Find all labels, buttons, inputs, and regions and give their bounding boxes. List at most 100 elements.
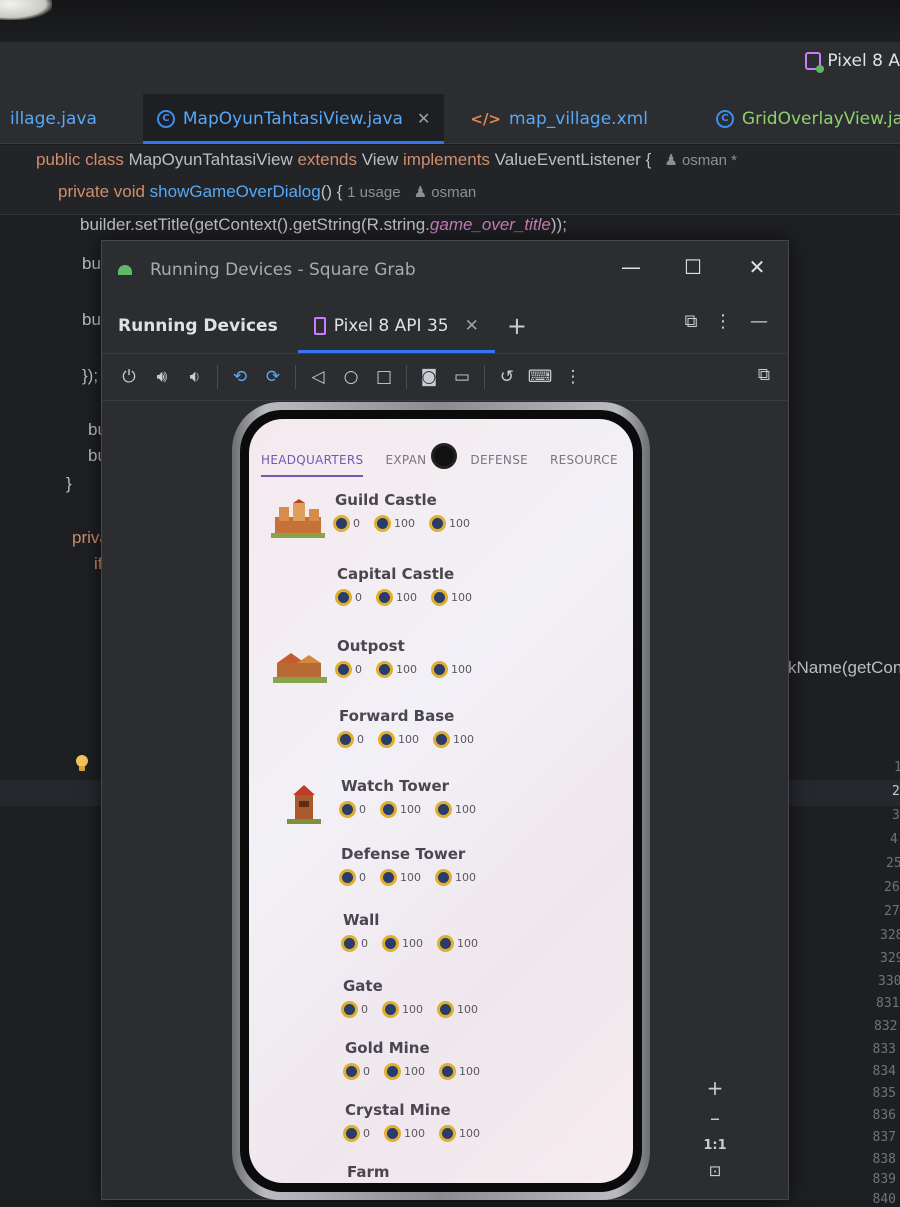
- building-costs: 0 100 100: [341, 935, 478, 952]
- screenshot-icon[interactable]: ◙: [418, 366, 440, 388]
- line-number: 832: [874, 1019, 898, 1034]
- phone-screen[interactable]: HEADQUARTERS EXPAN DEFENSE RESOURCE Guil…: [249, 419, 633, 1183]
- tab-headquarters[interactable]: HEADQUARTERS: [261, 443, 364, 477]
- building-item[interactable]: Forward Base 0 100 100: [273, 707, 603, 767]
- cost-stat: 0: [343, 1125, 370, 1142]
- coin-icon: [437, 1001, 454, 1018]
- device-icon: [805, 52, 825, 73]
- tab-village-java[interactable]: illage.java: [0, 94, 111, 144]
- building-name: Wall: [343, 911, 380, 929]
- rotate-right-icon[interactable]: ⟳: [262, 366, 284, 388]
- cost-value: 0: [359, 803, 366, 816]
- editor-tabs: illage.java C MapOyunTahtasiView.java ✕ …: [0, 93, 900, 144]
- code-line: bu: [82, 254, 101, 273]
- device-selector[interactable]: Pixel 8 A: [805, 48, 900, 74]
- cost-value: 100: [398, 733, 419, 746]
- tab-mapoyuntahtasiview-java[interactable]: C MapOyunTahtasiView.java ✕: [142, 93, 445, 144]
- code-line: builder.setTitle(getContext().getString(…: [80, 215, 567, 234]
- cost-value: 0: [363, 1065, 370, 1078]
- tab-resource[interactable]: RESOURCE: [550, 443, 618, 477]
- building-item[interactable]: Farm0100100: [281, 1163, 611, 1183]
- cost-value: 100: [394, 517, 415, 530]
- more-options-icon[interactable]: ⋮: [710, 311, 736, 332]
- coin-icon: [341, 1001, 358, 1018]
- tab-gridoverlayview-java[interactable]: C GridOverlayView.java: [702, 94, 900, 144]
- cost-value: 100: [455, 871, 476, 884]
- tab-device[interactable]: Pixel 8 API 35 ✕: [297, 299, 495, 353]
- keyboard-icon[interactable]: ⌨: [528, 366, 553, 388]
- coin-icon: [384, 1063, 401, 1080]
- cost-stat: 100: [433, 731, 474, 748]
- zoom-out-button[interactable]: –: [700, 1106, 730, 1130]
- phone-bezel: HEADQUARTERS EXPAN DEFENSE RESOURCE Guil…: [240, 410, 642, 1192]
- cost-value: 100: [402, 1003, 423, 1016]
- light-reflection: [0, 0, 52, 20]
- building-item[interactable]: Crystal Mine 0 100 100: [279, 1101, 609, 1161]
- zoom-actual-size-button[interactable]: 1:1: [700, 1138, 730, 1153]
- back-icon[interactable]: ◁: [307, 366, 329, 388]
- fit-screen-icon[interactable]: ⊡: [700, 1162, 730, 1180]
- tab-expansion[interactable]: EXPAN: [385, 443, 426, 477]
- coin-icon: [376, 589, 393, 606]
- building-item[interactable]: Wall 0 100 100: [277, 911, 607, 971]
- snapshot-icon[interactable]: ↺: [496, 366, 518, 388]
- device-toolbar: ⏻ 🔊︎ 🔉︎ ⟲ ⟳ ◁ ○ □ ◙ ▭ ↺ ⌨ ⋮: [102, 353, 788, 401]
- power-icon[interactable]: ⏻: [118, 366, 140, 388]
- volume-up-icon[interactable]: 🔊︎: [151, 366, 173, 388]
- building-item[interactable]: Watch Tower 0 100 100: [275, 777, 605, 837]
- cost-value: 100: [402, 937, 423, 950]
- building-item[interactable]: Gold Mine 0 100 100: [279, 1039, 609, 1099]
- coin-icon: [378, 731, 395, 748]
- coin-icon: [429, 515, 446, 532]
- building-name: Watch Tower: [341, 777, 450, 795]
- cost-stat: 100: [380, 869, 421, 886]
- screen-record-icon[interactable]: ▭: [451, 366, 473, 388]
- minimize-icon[interactable]: —: [616, 255, 646, 279]
- home-icon[interactable]: ○: [340, 366, 362, 388]
- line-number: 838: [872, 1152, 896, 1167]
- coin-icon: [380, 801, 397, 818]
- cost-value: 0: [353, 517, 360, 530]
- cost-stat: 100: [382, 1001, 423, 1018]
- settings-panel-icon[interactable]: ⧉: [678, 311, 704, 332]
- close-window-icon[interactable]: ✕: [742, 255, 772, 279]
- front-camera: [431, 443, 457, 469]
- cost-stat: 100: [431, 661, 472, 678]
- cost-value: 100: [451, 663, 472, 676]
- zoom-in-button[interactable]: +: [700, 1076, 730, 1100]
- cost-stat: 100: [437, 1001, 478, 1018]
- building-item[interactable]: Defense Tower 0 100 100: [275, 845, 605, 905]
- line-number: 26: [884, 880, 900, 895]
- mirror-settings-icon[interactable]: ⧉: [758, 365, 770, 385]
- building-item[interactable]: Guild Castle 0 100 100: [269, 491, 599, 551]
- building-item[interactable]: Gate 0 100 100: [277, 977, 607, 1037]
- building-item[interactable]: Capital Castle 0 100 100: [271, 565, 601, 625]
- cost-stat: 100: [437, 935, 478, 952]
- maximize-icon[interactable]: ☐: [678, 255, 708, 279]
- volume-down-icon[interactable]: 🔉︎: [184, 366, 206, 388]
- building-name: Farm: [347, 1163, 390, 1181]
- cost-stat: 100: [439, 1063, 480, 1080]
- lightbulb-icon[interactable]: [74, 754, 90, 774]
- cost-stat: 100: [380, 801, 421, 818]
- cost-value: 0: [357, 733, 364, 746]
- more-actions-icon[interactable]: ⋮: [562, 366, 584, 388]
- close-icon[interactable]: ✕: [465, 316, 479, 336]
- coin-icon: [337, 731, 354, 748]
- building-name: Crystal Mine: [345, 1101, 451, 1119]
- tab-map-village-xml[interactable]: </> map_village.xml: [456, 94, 662, 144]
- cost-value: 100: [451, 591, 472, 604]
- java-class-icon: C: [715, 109, 734, 128]
- overview-icon[interactable]: □: [373, 366, 395, 388]
- close-icon[interactable]: ✕: [417, 109, 430, 128]
- coin-icon: [382, 1001, 399, 1018]
- cost-stat: 100: [382, 935, 423, 952]
- code-line: bu: [82, 310, 101, 329]
- building-image: [271, 645, 329, 685]
- hide-panel-icon[interactable]: —: [746, 311, 772, 332]
- tab-defense[interactable]: DEFENSE: [470, 443, 528, 477]
- add-device-icon[interactable]: +: [507, 312, 527, 340]
- building-item[interactable]: Outpost 0 100 100: [271, 637, 601, 697]
- coin-icon: [431, 661, 448, 678]
- rotate-left-icon[interactable]: ⟲: [229, 366, 251, 388]
